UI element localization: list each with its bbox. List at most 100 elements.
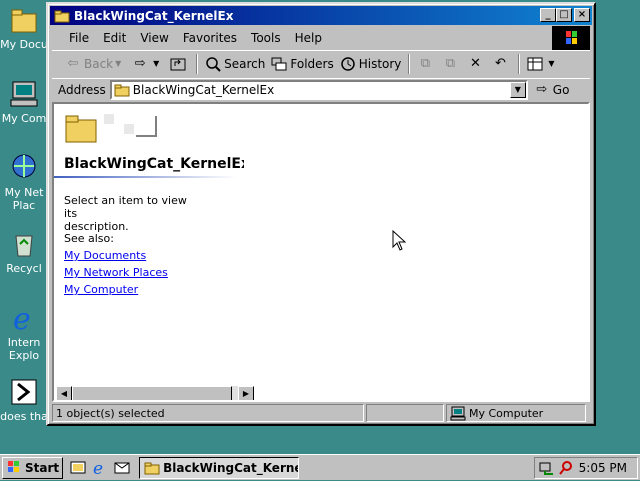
scrollbar-thumb[interactable] — [72, 386, 232, 400]
toolbar-separator — [196, 53, 199, 74]
views-button[interactable]: ▼ — [524, 53, 562, 75]
start-label: Start — [25, 460, 60, 475]
folder-view-pane: BlackWingCat_KernelEx Select an item to … — [52, 102, 590, 402]
back-arrow-icon: ⇦ — [67, 55, 79, 71]
desktop-icon-my-documents[interactable]: My Docu — [0, 4, 48, 51]
link-my-network-places[interactable]: My Network Places — [64, 266, 168, 279]
folders-label: Folders — [290, 56, 334, 71]
quick-launch: e — [69, 459, 131, 479]
menu-view[interactable]: View — [133, 31, 175, 45]
desktop-icon-label: Intern — [7, 336, 41, 349]
status-empty-cell — [366, 404, 444, 422]
svg-text:e: e — [13, 302, 31, 334]
start-button[interactable]: Start — [2, 456, 64, 479]
back-label: Back — [84, 56, 114, 71]
desktop-icon-my-computer[interactable]: My Com — [0, 78, 48, 125]
address-dropdown-button[interactable]: ▼ — [509, 81, 526, 98]
folder-icon — [8, 4, 40, 36]
ie-icon: e — [8, 302, 40, 337]
explorer-window: BlackWingCat_KernelEx _ □ × File Edit Vi… — [46, 2, 596, 426]
go-arrow-icon: ⇨ — [536, 81, 548, 97]
menu-file[interactable]: File — [62, 31, 96, 45]
link-my-documents[interactable]: My Documents — [64, 249, 146, 262]
desktop-icon-label: Plac — [12, 199, 36, 212]
menu-favorites[interactable]: Favorites — [176, 31, 244, 45]
ie-icon[interactable]: e — [91, 459, 109, 479]
search-icon — [205, 56, 221, 72]
folder-description: Select an item to view its description. — [64, 194, 194, 233]
folder-icon — [64, 110, 157, 143]
status-zone-label: My Computer — [469, 406, 544, 420]
window-title: BlackWingCat_KernelEx — [74, 8, 234, 23]
svg-text:e: e — [93, 459, 103, 477]
views-icon — [527, 56, 543, 72]
horizontal-scrollbar[interactable]: ◀ ▶ — [56, 386, 254, 400]
maximize-button[interactable]: □ — [556, 8, 572, 22]
forward-arrow-icon: ⇨ — [134, 55, 146, 71]
desktop-icon-label: My Com — [1, 112, 47, 125]
search-button[interactable]: Search — [202, 53, 268, 75]
computer-icon — [8, 78, 40, 110]
network-icon — [8, 152, 40, 184]
minimize-button[interactable]: _ — [540, 8, 556, 22]
folder-icon — [114, 82, 130, 98]
outlook-express-icon[interactable] — [113, 459, 131, 477]
history-label: History — [358, 56, 402, 71]
folder-icon — [54, 9, 70, 23]
address-bar: Address BlackWingCat_KernelEx ▼ ⇨ Go — [52, 78, 590, 100]
mouse-cursor-icon — [392, 229, 407, 255]
desktop-icon-internet-explorer[interactable]: e Intern Explo — [0, 302, 48, 362]
network-tray-icon[interactable] — [539, 460, 555, 476]
clock[interactable]: 5:05 PM — [579, 461, 627, 475]
menu-edit[interactable]: Edit — [96, 31, 133, 45]
link-my-computer[interactable]: My Computer — [64, 283, 138, 296]
heading-divider — [54, 176, 236, 178]
menu-help[interactable]: Help — [288, 31, 329, 45]
go-label: Go — [552, 82, 570, 97]
taskbar-button-explorer[interactable]: BlackWingCat_Kernel... — [139, 456, 300, 479]
scroll-left-button[interactable]: ◀ — [56, 386, 72, 400]
desktop-icon-my-network-places[interactable]: My Net Plac — [0, 152, 48, 212]
desktop-icon-label: My Net — [4, 186, 44, 199]
copy-to-button[interactable]: ⧉ — [439, 53, 464, 75]
move-to-button[interactable]: ⧉ — [414, 53, 439, 75]
up-folder-icon — [170, 56, 186, 72]
close-button[interactable]: × — [574, 8, 590, 22]
menu-tools[interactable]: Tools — [244, 31, 288, 45]
go-button[interactable]: ⇨ Go — [534, 81, 570, 98]
windows-logo-icon — [552, 26, 590, 50]
desktop-icon-recycle-bin[interactable]: Recycl — [0, 228, 48, 275]
address-value: BlackWingCat_KernelEx — [132, 82, 275, 97]
delete-button[interactable]: ✕ — [464, 53, 489, 75]
status-bar: 1 object(s) selected My Computer — [52, 404, 590, 424]
taskbar-button-label: BlackWingCat_Kernel... — [163, 460, 298, 475]
address-field[interactable]: BlackWingCat_KernelEx ▼ — [109, 79, 528, 100]
system-tray: 5:05 PM — [534, 457, 638, 479]
scroll-right-button[interactable]: ▶ — [238, 386, 254, 400]
computer-icon — [450, 405, 466, 421]
folder-icon — [144, 460, 160, 476]
recycle-bin-icon — [8, 228, 40, 260]
taskbar: Start e BlackWingCat_Kernel... 5:05 PM — [0, 454, 640, 480]
folders-icon — [271, 56, 287, 72]
back-button[interactable]: ⇦ Back ▼ — [62, 53, 129, 75]
status-selected: 1 object(s) selected — [52, 404, 364, 422]
menu-bar: File Edit View Favorites Tools Help — [52, 28, 590, 48]
forward-button[interactable]: ⇨ ▼ — [129, 53, 167, 75]
desktop-icon-label: Recycl — [6, 262, 42, 275]
toolbar-separator — [408, 53, 411, 74]
undo-button[interactable]: ↶ — [489, 53, 514, 75]
history-button[interactable]: History — [337, 53, 405, 75]
copy-to-icon: ⧉ — [445, 55, 456, 71]
show-desktop-icon[interactable] — [69, 459, 87, 477]
up-folder-button[interactable] — [167, 53, 192, 75]
undo-icon: ↶ — [494, 55, 506, 71]
folder-heading: BlackWingCat_KernelEx — [64, 156, 244, 172]
desktop-icon-shortcut[interactable]: does tha — [0, 376, 48, 423]
desktop-icon-label: Explo — [8, 349, 40, 362]
search-tray-icon[interactable] — [558, 460, 574, 476]
standard-toolbar: ⇦ Back ▼ ⇨ ▼ Search Folders History ⧉ ⧉ … — [52, 50, 590, 76]
chevron-down-icon: ▼ — [115, 58, 122, 68]
folders-button[interactable]: Folders — [268, 53, 336, 75]
title-bar[interactable]: BlackWingCat_KernelEx _ □ × — [50, 6, 592, 25]
